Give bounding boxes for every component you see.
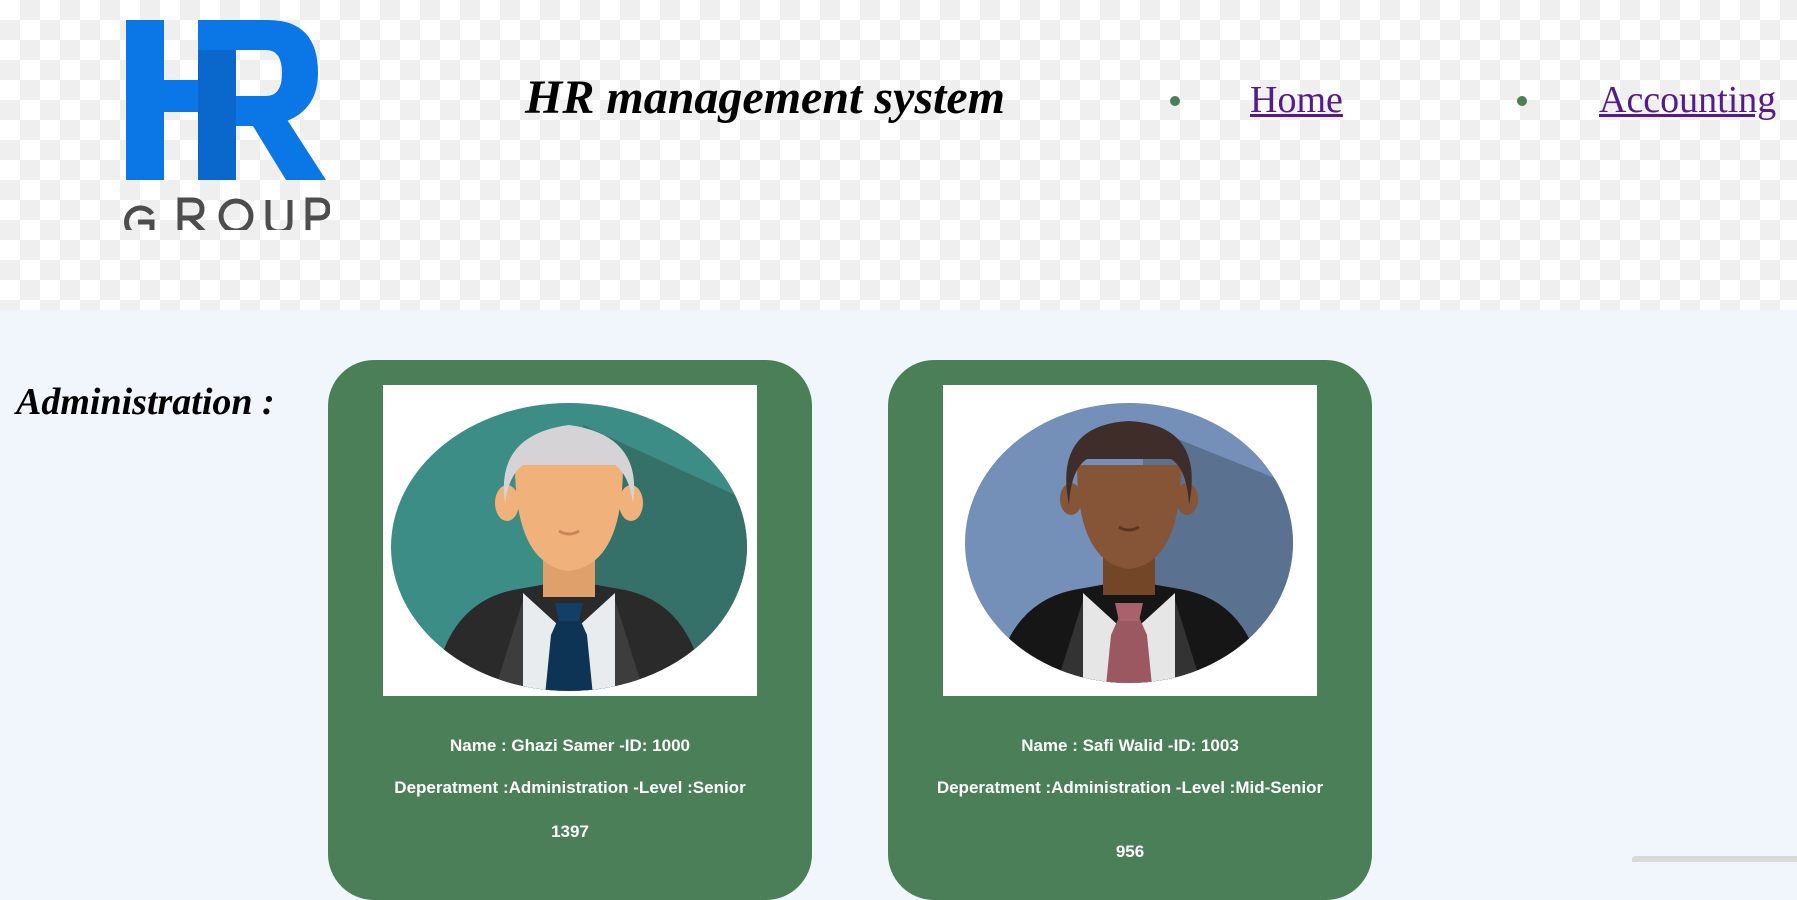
avatar-elder-man-icon bbox=[391, 403, 747, 691]
employee-card[interactable]: Name : Ghazi Samer -ID: 1000 Deperatment… bbox=[328, 360, 812, 900]
section-title: Administration : bbox=[16, 381, 275, 423]
bullet-icon bbox=[1170, 96, 1180, 106]
employee-card[interactable]: Name : Safi Walid -ID: 1003 Deperatment … bbox=[888, 360, 1372, 900]
employee-name: Name : Safi Walid -ID: 1003 bbox=[1021, 736, 1239, 755]
horizontal-scrollbar[interactable] bbox=[1632, 856, 1797, 862]
employee-number: 1397 bbox=[551, 822, 589, 841]
employee-number: 956 bbox=[1115, 842, 1145, 861]
avatar-young-man-icon bbox=[965, 403, 1293, 683]
page-title: HR management system bbox=[525, 71, 1005, 124]
employee-photo bbox=[383, 385, 757, 696]
header: HR management system Home Accounting bbox=[0, 0, 1797, 310]
nav-link-home[interactable]: Home bbox=[1250, 78, 1343, 122]
hr-group-logo[interactable] bbox=[118, 18, 331, 239]
hr-group-logo-icon bbox=[124, 20, 331, 239]
employee-department: Deperatment :Administration -Level :Seni… bbox=[394, 778, 746, 797]
bullet-icon bbox=[1517, 96, 1527, 106]
employee-department: Deperatment :Administration -Level :Mid-… bbox=[936, 778, 1324, 797]
employee-name: Name : Ghazi Samer -ID: 1000 bbox=[450, 736, 690, 755]
employee-photo bbox=[943, 385, 1317, 696]
nav-link-accounting[interactable]: Accounting bbox=[1599, 78, 1776, 122]
